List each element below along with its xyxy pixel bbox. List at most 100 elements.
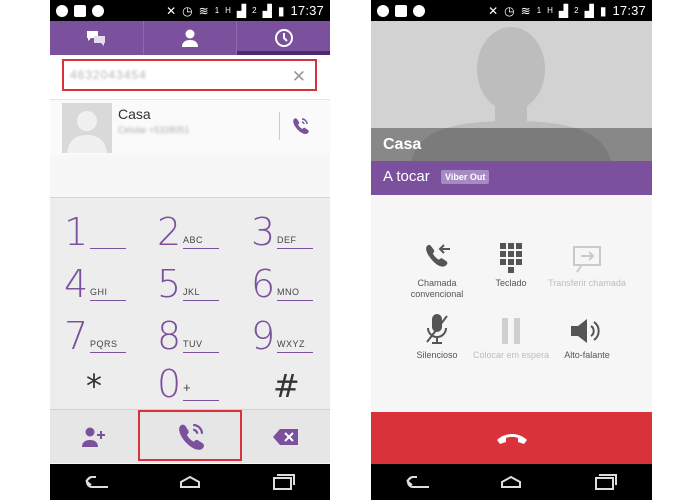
clock: 17:37 — [290, 3, 324, 18]
number-row: 4632043454 ✕ — [50, 55, 330, 99]
pause-icon — [502, 318, 520, 344]
key-7[interactable]: 7 PQRS — [50, 312, 143, 362]
contacts-icon — [182, 29, 198, 47]
backspace-button[interactable] — [242, 410, 330, 464]
tab-bar — [50, 21, 330, 55]
home-button[interactable] — [175, 472, 205, 492]
contact-suggestion[interactable]: Casa Celular +5328051 — [50, 99, 330, 155]
signal-h-label: H — [547, 6, 553, 15]
tab-chats[interactable] — [50, 21, 144, 55]
end-call-button[interactable] — [371, 412, 652, 464]
tab-contacts[interactable] — [144, 21, 238, 55]
home-button[interactable] — [496, 472, 526, 492]
viber-call-icon[interactable] — [290, 116, 310, 141]
key-hash[interactable]: # — [237, 362, 330, 412]
number-value: 4632043454 — [70, 68, 147, 82]
add-contact-button[interactable] — [50, 410, 138, 464]
transfer-call-button[interactable]: Transferir chamada — [547, 232, 627, 289]
key-underline — [90, 300, 126, 301]
key-digit: 9 — [251, 314, 276, 358]
keypad-button[interactable]: Teclado — [471, 232, 551, 289]
control-label: Alto-falante — [564, 350, 610, 360]
signal-2-label: 2 — [252, 6, 257, 15]
signal-1-label: 1 — [214, 6, 220, 15]
status-bar: ✕ ◷ ≋ 1 H ▟ 2 ▟ ▮ 17:37 — [50, 0, 330, 21]
alarm-icon: ◷ — [182, 3, 193, 18]
recent-icon — [274, 29, 293, 47]
key-8[interactable]: 8 TUV — [143, 312, 236, 362]
key-digit: 6 — [251, 262, 276, 306]
key-letters: TUV — [183, 339, 203, 349]
key-2[interactable]: 2 ABC — [143, 208, 236, 258]
signal-icon: ▟ — [262, 3, 272, 18]
caller-name: Casa — [383, 136, 422, 153]
nav-bar — [371, 464, 652, 500]
backspace-icon — [273, 429, 298, 445]
key-digit: 7 — [64, 314, 89, 358]
call-button-highlight — [138, 410, 242, 461]
conventional-call-button[interactable]: Chamada convencional — [397, 232, 477, 300]
key-6[interactable]: 6 MNO — [237, 260, 330, 310]
key-letters: JKL — [183, 287, 201, 297]
mic-muted-icon — [426, 314, 448, 344]
clear-icon[interactable]: ✕ — [292, 67, 307, 87]
signal-icon: ▟ — [236, 3, 247, 18]
hold-button[interactable]: Colocar em espera — [471, 304, 551, 361]
wifi-icon: ≋ — [198, 3, 209, 18]
key-letters: ABC — [183, 235, 204, 245]
nav-bar — [50, 464, 330, 500]
battery-icon: ▮ — [599, 3, 607, 18]
key-1[interactable]: 1 — [50, 208, 143, 258]
key-digit: 2 — [157, 210, 182, 254]
key-digit: * — [86, 367, 102, 405]
key-5[interactable]: 5 JKL — [143, 260, 236, 310]
avatar — [62, 103, 112, 153]
contact-number: Celular +5328051 — [118, 125, 190, 135]
control-label: Transferir chamada — [548, 278, 626, 288]
recents-button[interactable] — [590, 472, 620, 492]
whatsapp-icon — [377, 4, 389, 17]
number-input[interactable]: 4632043454 ✕ — [62, 59, 317, 91]
whatsapp-icon — [92, 4, 104, 17]
key-3[interactable]: 3 DEF — [237, 208, 330, 258]
mute-icon: ✕ — [488, 3, 499, 18]
call-status: A tocar — [383, 168, 430, 185]
control-label: Teclado — [495, 278, 527, 288]
back-button[interactable] — [403, 472, 433, 492]
key-underline — [183, 352, 219, 353]
battery-icon: ▮ — [277, 3, 285, 18]
signal-icon: ▟ — [558, 3, 569, 18]
key-digit: 1 — [64, 210, 89, 254]
wifi-icon: ≋ — [520, 3, 531, 18]
key-digit: 8 — [157, 314, 182, 358]
whatsapp-icon — [56, 4, 68, 17]
key-letters: MNO — [277, 287, 300, 297]
key-underline — [277, 300, 313, 301]
key-4[interactable]: 4 GHI — [50, 260, 143, 310]
chat-icon — [87, 31, 106, 46]
key-letters: WXYZ — [277, 339, 305, 349]
key-star[interactable]: * — [50, 362, 143, 412]
recents-button[interactable] — [268, 472, 298, 492]
key-underline — [90, 352, 126, 353]
key-9[interactable]: 9 WXYZ — [237, 312, 330, 362]
key-digit: 0 — [157, 362, 182, 406]
speaker-button[interactable]: Alto-falante — [547, 304, 627, 361]
mute-button[interactable]: Silencioso — [397, 304, 477, 361]
divider — [279, 112, 280, 140]
transfer-icon — [573, 246, 601, 273]
key-0[interactable]: 0 + — [143, 360, 236, 410]
back-button[interactable] — [82, 472, 112, 492]
key-underline — [183, 248, 219, 249]
keypad-icon — [500, 243, 522, 273]
add-contact-icon — [82, 427, 105, 447]
key-letters: + — [183, 380, 192, 395]
key-underline — [277, 352, 313, 353]
tab-recent[interactable] — [237, 21, 330, 55]
image-icon — [74, 4, 86, 17]
mute-icon: ✕ — [166, 3, 177, 18]
whatsapp-icon — [413, 4, 425, 17]
key-underline — [183, 400, 219, 401]
speaker-icon — [571, 319, 600, 343]
key-digit: 5 — [157, 262, 182, 306]
